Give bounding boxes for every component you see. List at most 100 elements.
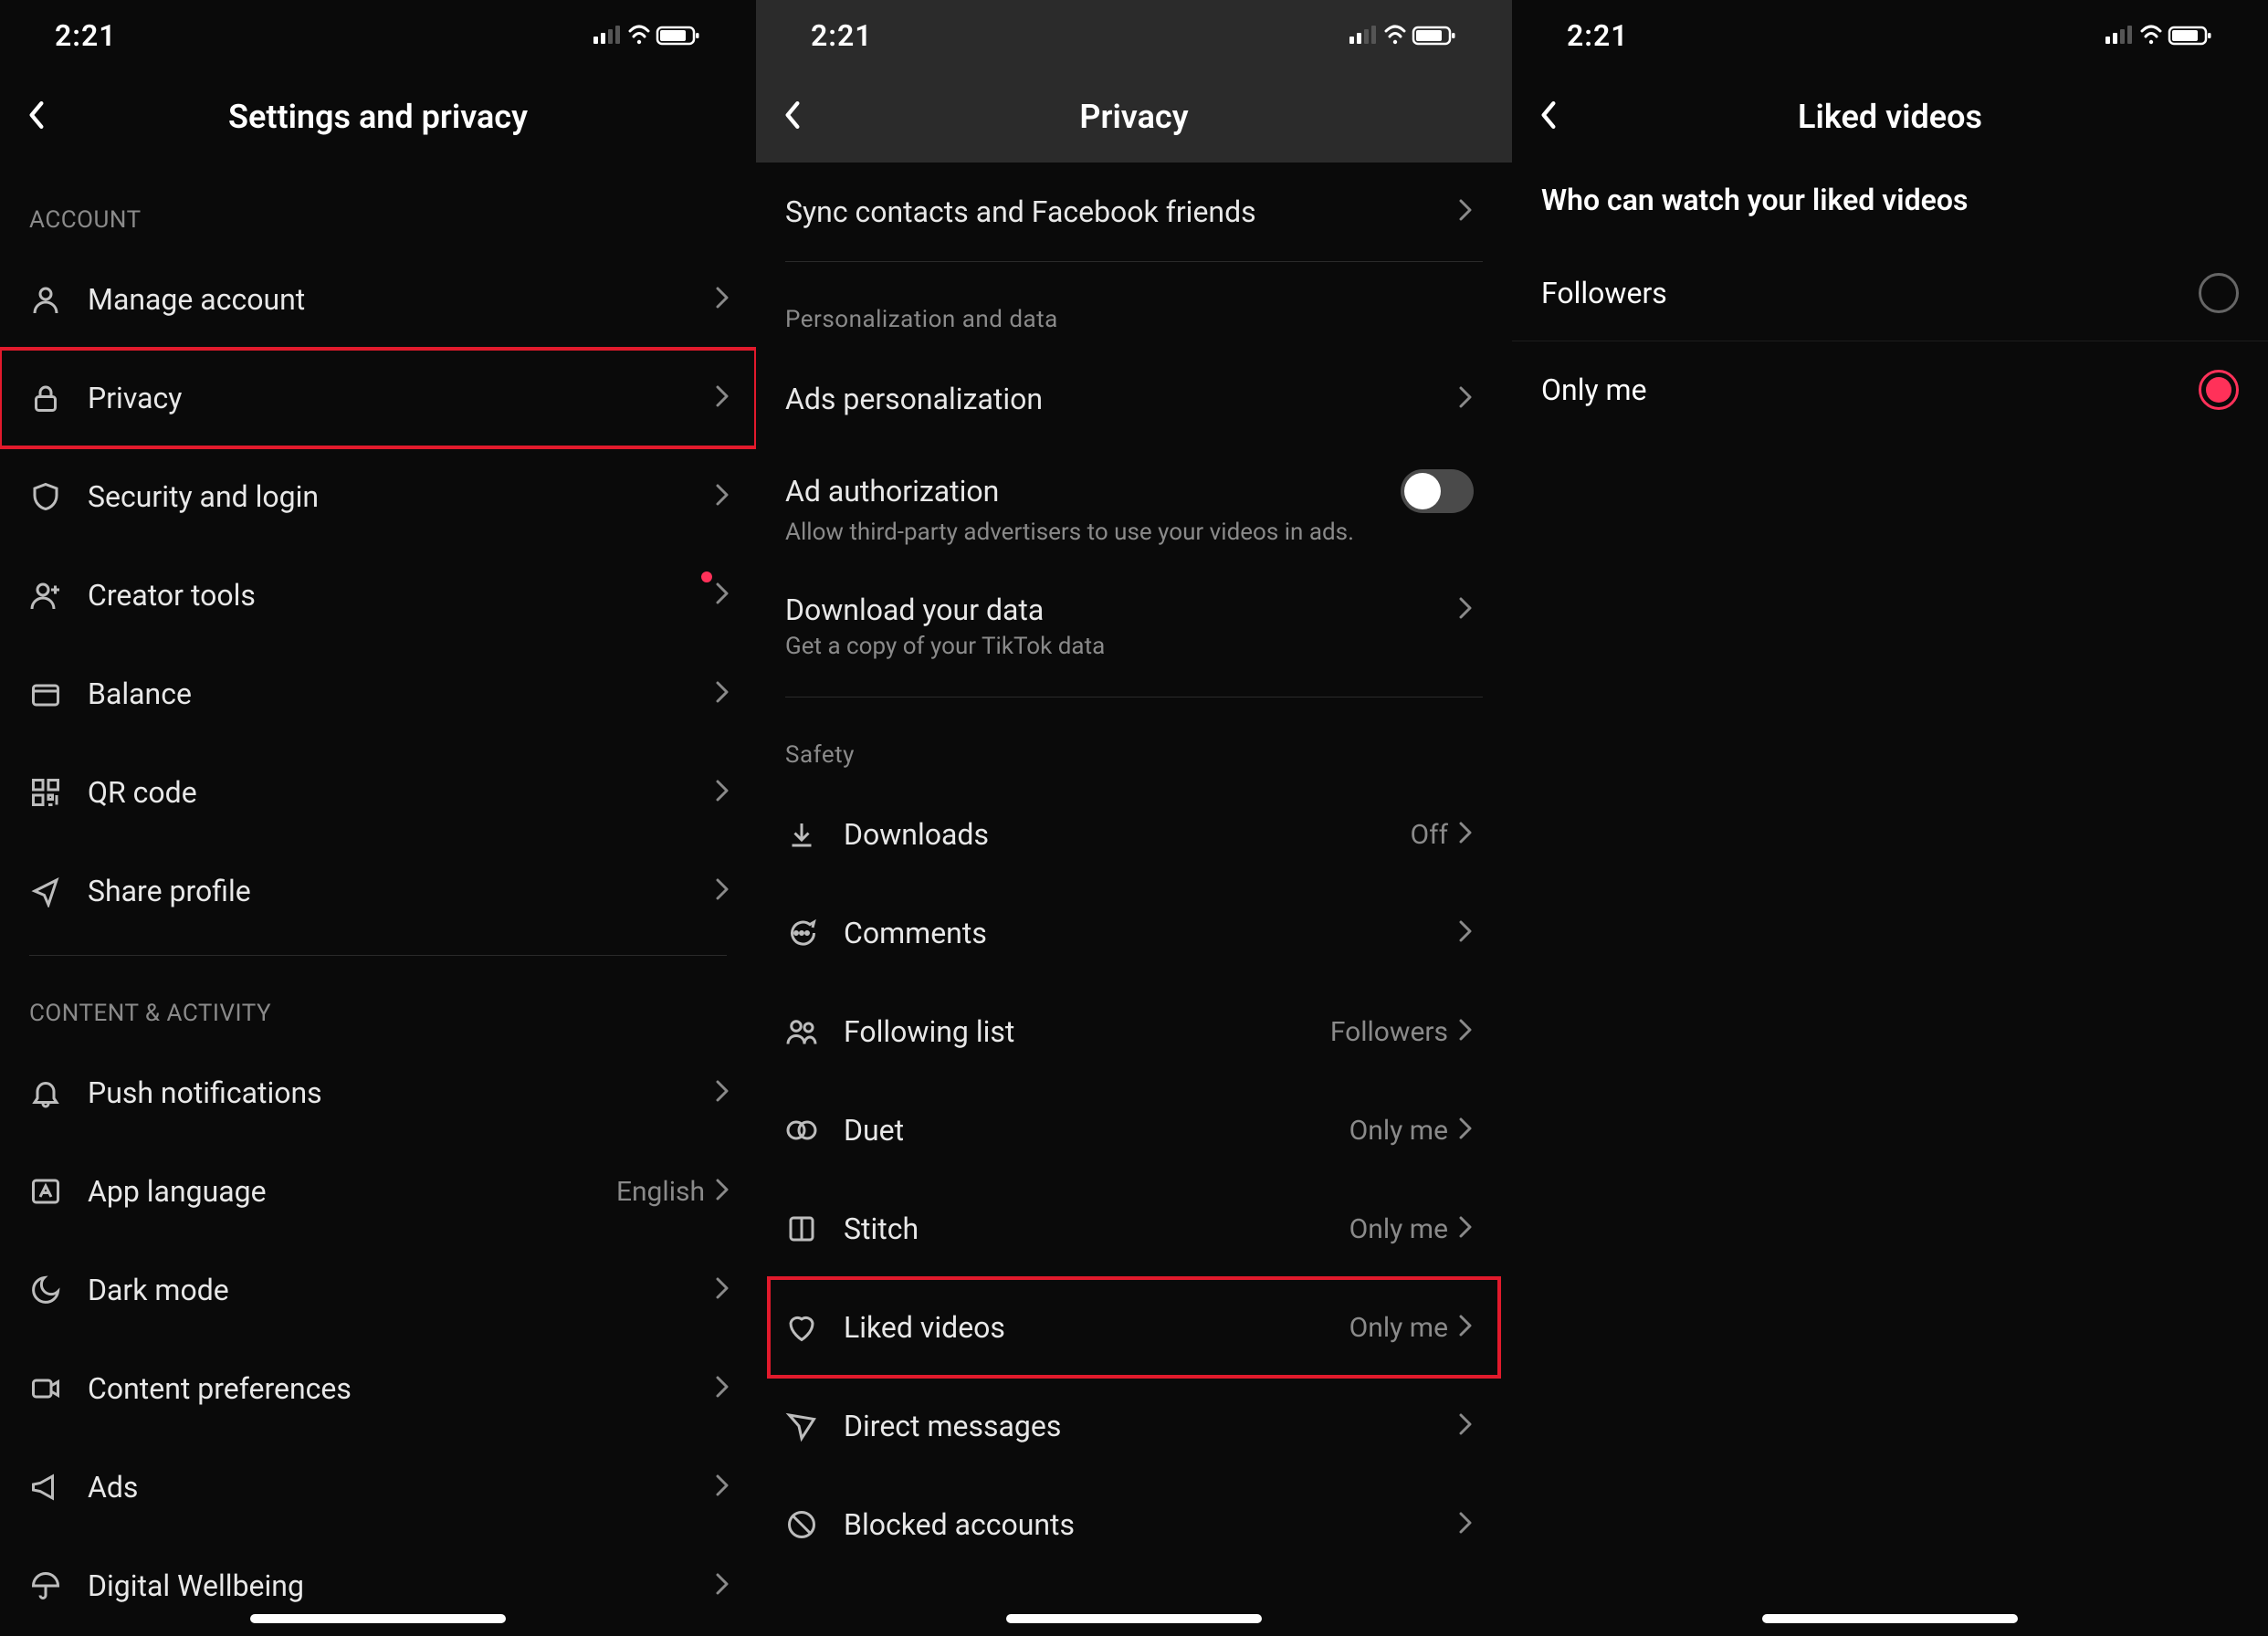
row-ads[interactable]: Ads: [0, 1438, 756, 1536]
nav-bar: Settings and privacy: [0, 71, 756, 163]
screen-settings: 2:21 Settings and privacy ACCOUNT Manage…: [0, 0, 756, 1636]
chevron-right-icon: [716, 1179, 730, 1204]
status-time: 2:21: [55, 18, 117, 53]
chevron-right-icon: [1459, 386, 1474, 412]
row-push-notifications[interactable]: Push notifications: [0, 1043, 756, 1142]
row-ad-authorization[interactable]: Ad authorization Allow third-party adver…: [769, 448, 1499, 567]
row-creator-tools[interactable]: Creator tools: [0, 546, 756, 645]
chevron-right-icon: [716, 1277, 730, 1303]
people-icon: [785, 1015, 844, 1048]
section-account: ACCOUNT: [0, 163, 756, 250]
chevron-right-icon: [716, 780, 730, 805]
row-content-preferences[interactable]: Content preferences: [0, 1339, 756, 1438]
row-app-language[interactable]: App language English: [0, 1142, 756, 1241]
wallet-icon: [29, 677, 88, 710]
row-subtitle: Allow third-party advertisers to use you…: [785, 519, 1474, 546]
row-duet[interactable]: Duet Only me: [769, 1081, 1499, 1180]
chevron-right-icon: [1459, 822, 1474, 847]
toggle-ad-authorization[interactable]: [1401, 469, 1474, 513]
chevron-right-icon: [1459, 1413, 1474, 1439]
screen-liked-videos: 2:21 Liked videos Who can watch your lik…: [1512, 0, 2268, 1636]
umbrella-icon: [29, 1569, 88, 1602]
send-icon: [785, 1410, 844, 1442]
page-title: Privacy: [756, 98, 1512, 136]
person-plus-icon: [29, 579, 88, 612]
chevron-right-icon: [1459, 597, 1474, 623]
status-time: 2:21: [811, 18, 873, 53]
page-title: Settings and privacy: [0, 98, 756, 136]
row-following-list[interactable]: Following list Followers: [769, 982, 1499, 1081]
chevron-right-icon: [1459, 1216, 1474, 1242]
row-blocked-accounts[interactable]: Blocked accounts: [769, 1475, 1499, 1574]
status-bar: 2:21: [0, 0, 756, 71]
status-indicators: [1349, 24, 1457, 47]
row-download-data[interactable]: Download your data Get a copy of your Ti…: [769, 567, 1499, 686]
row-value: Only me: [1349, 1115, 1448, 1147]
radio-followers[interactable]: [2199, 273, 2239, 313]
row-qr-code[interactable]: QR code: [0, 743, 756, 842]
home-indicator[interactable]: [250, 1614, 506, 1623]
chevron-right-icon: [1459, 199, 1474, 225]
row-ads-personalization[interactable]: Ads personalization: [769, 350, 1499, 448]
row-balance[interactable]: Balance: [0, 645, 756, 743]
screen-privacy: 2:21 Privacy Sync contacts and Facebook …: [756, 0, 1512, 1636]
row-value: Only me: [1349, 1312, 1448, 1344]
page-title: Liked videos: [1512, 98, 2268, 136]
row-dark-mode[interactable]: Dark mode: [0, 1241, 756, 1339]
option-only-me[interactable]: Only me: [1512, 341, 2268, 438]
section-safety: Safety: [769, 697, 1499, 785]
row-sync-contacts[interactable]: Sync contacts and Facebook friends: [769, 163, 1499, 261]
row-share-profile[interactable]: Share profile: [0, 842, 756, 940]
row-security[interactable]: Security and login: [0, 447, 756, 546]
radio-only-me[interactable]: [2199, 370, 2239, 410]
download-icon: [785, 818, 844, 851]
chevron-right-icon: [716, 1474, 730, 1500]
language-icon: [29, 1175, 88, 1208]
nav-bar: Privacy: [756, 71, 1512, 163]
section-content-activity: CONTENT & ACTIVITY: [0, 956, 756, 1043]
chevron-right-icon: [1459, 1512, 1474, 1537]
lock-icon: [29, 382, 88, 414]
comment-icon: [785, 917, 844, 949]
megaphone-icon: [29, 1471, 88, 1504]
home-indicator[interactable]: [1762, 1614, 2018, 1623]
heart-icon: [785, 1311, 844, 1344]
chevron-right-icon: [716, 1080, 730, 1106]
chevron-right-icon: [716, 385, 730, 411]
row-value: Followers: [1330, 1016, 1448, 1048]
status-indicators: [593, 24, 701, 47]
row-downloads[interactable]: Downloads Off: [769, 785, 1499, 884]
status-indicators: [2105, 24, 2213, 47]
section-personalization: Personalization and data: [769, 262, 1499, 350]
chevron-right-icon: [716, 1573, 730, 1599]
home-indicator[interactable]: [1006, 1614, 1262, 1623]
qr-icon: [29, 776, 88, 809]
row-comments[interactable]: Comments: [769, 884, 1499, 982]
row-stitch[interactable]: Stitch Only me: [769, 1180, 1499, 1278]
chevron-right-icon: [1459, 1117, 1474, 1143]
chevron-right-icon: [716, 1376, 730, 1401]
row-privacy[interactable]: Privacy: [0, 349, 756, 447]
chevron-right-icon: [716, 582, 730, 608]
status-bar: 2:21: [1512, 0, 2268, 71]
chevron-right-icon: [716, 878, 730, 904]
chevron-right-icon: [716, 287, 730, 312]
moon-icon: [29, 1274, 88, 1306]
block-icon: [785, 1508, 844, 1541]
row-liked-videos[interactable]: Liked videos Only me: [769, 1278, 1499, 1377]
option-followers[interactable]: Followers: [1512, 245, 2268, 341]
chevron-right-icon: [1459, 1315, 1474, 1340]
share-icon: [29, 875, 88, 907]
liked-videos-question: Who can watch your liked videos: [1512, 163, 2268, 245]
row-value: English: [616, 1176, 705, 1208]
status-time: 2:21: [1567, 18, 1629, 53]
chevron-right-icon: [716, 681, 730, 707]
status-bar: 2:21: [756, 0, 1512, 71]
duet-icon: [785, 1114, 844, 1147]
notification-dot: [701, 572, 712, 582]
row-value: Only me: [1349, 1213, 1448, 1245]
chevron-right-icon: [1459, 1019, 1474, 1044]
row-direct-messages[interactable]: Direct messages: [769, 1377, 1499, 1475]
row-manage-account[interactable]: Manage account: [0, 250, 756, 349]
video-icon: [29, 1372, 88, 1405]
